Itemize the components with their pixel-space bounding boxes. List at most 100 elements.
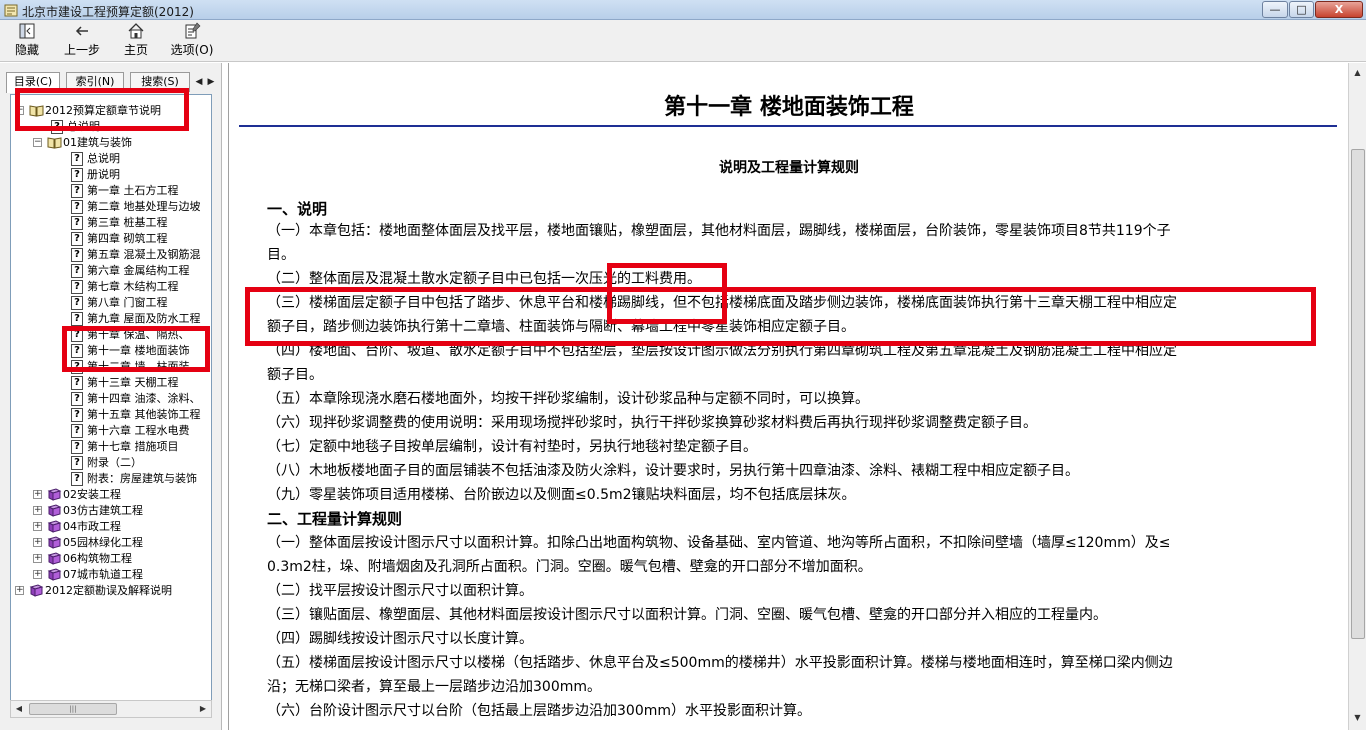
paragraph-line: （二）找平层按设计图示尺寸以面积计算。 <box>267 583 533 599</box>
tree-item-label: 第十二章 墙、柱面装 <box>87 360 190 373</box>
tree-item[interactable]: ? 第二章 地基处理与边坡 <box>11 199 211 215</box>
tree-item-label: 第十章 保温、隔热、 <box>87 328 190 341</box>
tree-item-label: 第十七章 措施项目 <box>87 440 179 453</box>
tree-item[interactable]: ? 册说明 <box>11 167 211 183</box>
tree-item[interactable]: ? 第十六章 工程水电费 <box>11 423 211 439</box>
options-button[interactable]: 选项(O) <box>166 22 218 60</box>
maximize-button[interactable]: □ <box>1289 1 1314 18</box>
tree-item[interactable]: ? 第十一章 楼地面装饰 <box>11 343 211 359</box>
tree-item-label: 2012预算定额章节说明 <box>45 104 161 117</box>
tree-item-label: 03仿古建筑工程 <box>63 504 143 517</box>
hide-button[interactable]: 隐藏 <box>8 22 46 60</box>
expand-icon[interactable]: + <box>33 554 42 563</box>
expand-icon[interactable]: + <box>33 522 42 531</box>
paragraph-line: （九）零星装饰项目适用楼梯、台阶嵌边以及侧面≤0.5m2镶贴块料面层，均不包括底… <box>267 487 856 503</box>
home-icon <box>118 22 154 42</box>
tree-item-label: 第九章 屋面及防水工程 <box>87 312 201 325</box>
paragraph-line: （五）楼梯面层按设计图示尺寸以楼梯（包括踏步、休息平台及≤500mm的楼梯井）水… <box>267 655 1173 671</box>
book-closed-icon <box>47 552 62 565</box>
back-label: 上一步 <box>63 43 100 57</box>
tree-item[interactable]: − 2012预算定额章节说明 <box>11 103 211 119</box>
paragraph-line: 额子目，踏步侧边装饰执行第十二章墙、柱面装饰与隔断、幕墙工程中零星装饰相应定额子… <box>267 319 855 335</box>
scroll-right-icon[interactable]: ▶ <box>195 701 211 717</box>
tree-item[interactable]: ? 第十四章 油漆、涂料、 <box>11 391 211 407</box>
help-page-icon: ? <box>71 360 83 374</box>
back-arrow-icon <box>60 22 104 42</box>
tab-search[interactable]: 搜索(S) <box>130 72 190 92</box>
tab-scroll-left-icon[interactable]: ◀ <box>194 75 204 89</box>
tab-index[interactable]: 索引(N) <box>66 72 124 92</box>
tree-item[interactable]: +02安装工程 <box>11 487 211 503</box>
tree-item[interactable]: ? 第六章 金属结构工程 <box>11 263 211 279</box>
expand-icon[interactable]: + <box>33 570 42 579</box>
scroll-thumb[interactable] <box>1351 149 1365 639</box>
tree-item-label: 第十三章 天棚工程 <box>87 376 179 389</box>
tree-item-label: 02安装工程 <box>63 488 121 501</box>
tree-item-label: 第六章 金属结构工程 <box>87 264 190 277</box>
close-button[interactable]: X <box>1315 1 1363 18</box>
expand-icon[interactable]: + <box>33 490 42 499</box>
tree-item-label: 第七章 木结构工程 <box>87 280 179 293</box>
help-page-icon: ? <box>71 408 83 422</box>
expand-icon[interactable]: + <box>33 506 42 515</box>
tree-item[interactable]: +03仿古建筑工程 <box>11 503 211 519</box>
tree-horizontal-scrollbar[interactable]: ◀ ||| ▶ <box>10 700 212 718</box>
scroll-left-icon[interactable]: ◀ <box>11 701 27 717</box>
help-page-icon: ? <box>71 472 83 486</box>
paragraph-line: （四）踢脚线按设计图示尺寸以长度计算。 <box>267 631 533 647</box>
tab-scroll-right-icon[interactable]: ▶ <box>206 75 216 89</box>
help-page-icon: ? <box>71 200 83 214</box>
tree-item[interactable]: ? 第十七章 措施项目 <box>11 439 211 455</box>
tree-item[interactable]: +05园林绿化工程 <box>11 535 211 551</box>
tree-item[interactable]: − 01建筑与装饰 <box>11 135 211 151</box>
tree-item[interactable]: ? 第七章 木结构工程 <box>11 279 211 295</box>
tree-item[interactable]: +06构筑物工程 <box>11 551 211 567</box>
collapse-icon[interactable]: − <box>15 106 24 115</box>
tree-item[interactable]: ? 第十五章 其他装饰工程 <box>11 407 211 423</box>
book-open-icon <box>47 137 62 149</box>
tree-item[interactable]: ? 总说明 <box>11 119 211 135</box>
scroll-thumb[interactable]: ||| <box>29 703 117 715</box>
help-page-icon: ? <box>71 184 83 198</box>
tree-item-label: 附表：房屋建筑与装饰 <box>87 472 197 485</box>
help-page-icon: ? <box>71 376 83 390</box>
home-button[interactable]: 主页 <box>118 22 154 60</box>
tree-item[interactable]: +2012定额勘误及解释说明 <box>11 583 211 599</box>
section-heading: 一、说明 <box>267 200 328 218</box>
tree-item-label: 第二章 地基处理与边坡 <box>87 200 201 213</box>
tree-item[interactable]: ? 第十三章 天棚工程 <box>11 375 211 391</box>
book-closed-icon <box>47 504 62 517</box>
book-closed-icon <box>47 536 62 549</box>
content-vertical-scrollbar[interactable]: ▲ ▼ <box>1348 63 1366 730</box>
collapse-icon[interactable]: − <box>33 138 42 147</box>
paragraph-line: （五）本章除现浇水磨石楼地面外，均按干拌砂浆编制，设计砂浆品种与定额不同时，可以… <box>267 391 869 407</box>
help-page-icon: ? <box>51 120 63 134</box>
tree-item-label: 04市政工程 <box>63 520 121 533</box>
minimize-button[interactable]: — <box>1262 1 1288 18</box>
tree-item[interactable]: +04市政工程 <box>11 519 211 535</box>
tree-item-label: 06构筑物工程 <box>63 552 132 565</box>
scroll-down-icon[interactable]: ▼ <box>1349 710 1366 726</box>
tree-item[interactable]: ? 第十二章 墙、柱面装 <box>11 359 211 375</box>
tree-item[interactable]: +07城市轨道工程 <box>11 567 211 583</box>
back-button[interactable]: 上一步 <box>60 22 104 60</box>
document-content: 第十一章 楼地面装饰工程 说明及工程量计算规则 一、说明 （一）本章包括：楼地面整… <box>228 63 1348 730</box>
expand-icon[interactable]: + <box>33 538 42 547</box>
paragraph-line: （六）台阶设计图示尺寸以台阶（包括最上层踏步边沿加300mm）水平投影面积计算。 <box>267 703 811 719</box>
tree-item[interactable]: ? 附表：房屋建筑与装饰 <box>11 471 211 487</box>
tree-item[interactable]: ? 第十章 保温、隔热、 <box>11 327 211 343</box>
tree-item[interactable]: ? 第九章 屋面及防水工程 <box>11 311 211 327</box>
paragraph-line: 0.3m2柱，垛、附墙烟囱及孔洞所占面积。门洞。空圈。暖气包槽、壁龛的开口部分不… <box>267 559 872 575</box>
tab-contents[interactable]: 目录(C) <box>6 72 60 93</box>
paragraph-line: （一）本章包括：楼地面整体面层及找平层，楼地面镶贴，橡塑面层，其他材料面层，踢脚… <box>267 223 1171 239</box>
expand-icon[interactable]: + <box>15 586 24 595</box>
chapter-title: 第十一章 楼地面装饰工程 <box>664 94 914 120</box>
scroll-up-icon[interactable]: ▲ <box>1349 65 1366 81</box>
tree-item[interactable]: ? 第四章 砌筑工程 <box>11 231 211 247</box>
tree-item[interactable]: ? 附录（二） <box>11 455 211 471</box>
tree-item[interactable]: ? 第一章 土石方工程 <box>11 183 211 199</box>
tree-item[interactable]: ? 总说明 <box>11 151 211 167</box>
tree-item[interactable]: ? 第八章 门窗工程 <box>11 295 211 311</box>
tree-item[interactable]: ? 第五章 混凝土及钢筋混 <box>11 247 211 263</box>
tree-item[interactable]: ? 第三章 桩基工程 <box>11 215 211 231</box>
